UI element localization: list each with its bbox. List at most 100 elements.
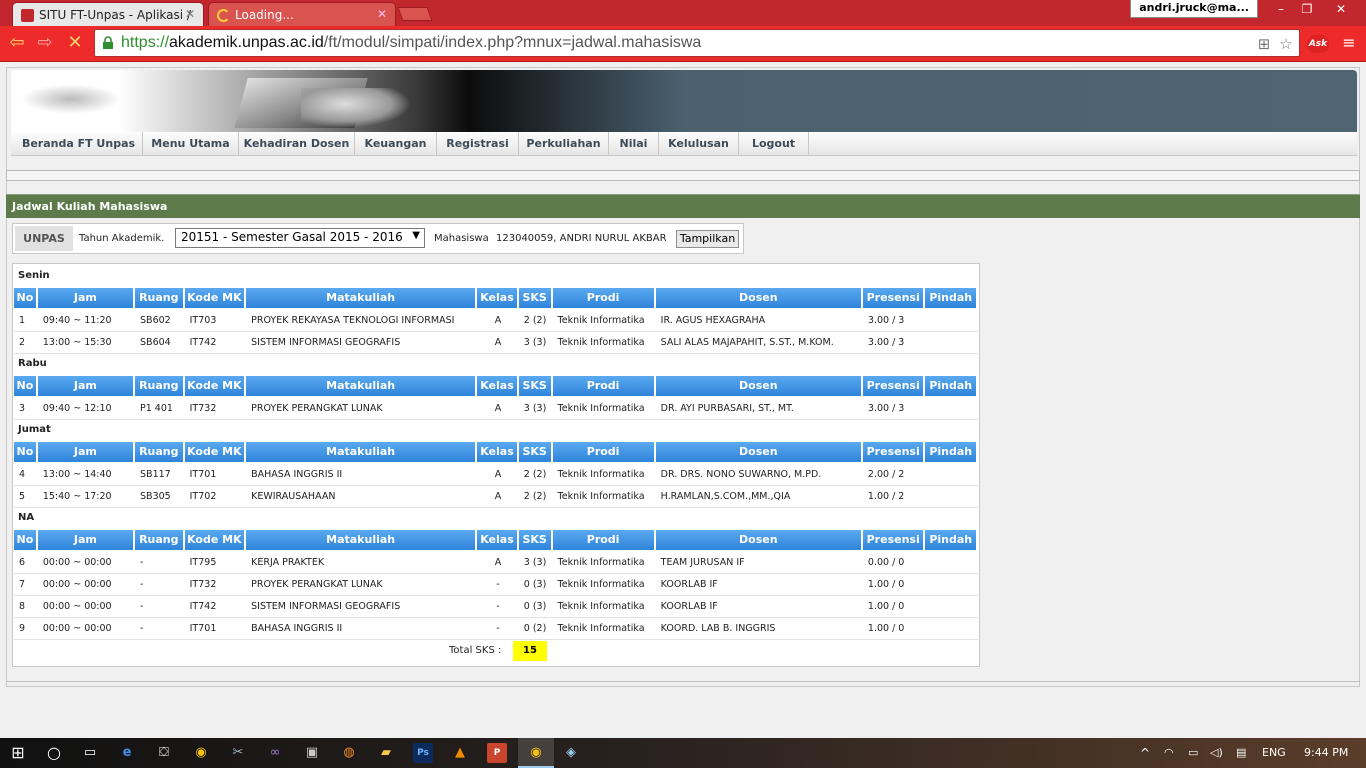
student-label: Mahasiswa	[434, 233, 489, 244]
table-cell: P1 401	[140, 403, 173, 414]
minimize-icon[interactable]: –	[1268, 0, 1294, 18]
table-cell: Teknik Informatika	[557, 579, 645, 590]
tab-title: Loading...	[235, 8, 294, 22]
profile-badge[interactable]: andri.jruck@ma...	[1130, 0, 1258, 18]
tab-active[interactable]: SITU FT-Unpas - Aplikasi / ✕	[12, 2, 204, 26]
language-indicator[interactable]: ENG	[1262, 746, 1286, 759]
table-cell	[925, 332, 978, 354]
store-icon[interactable]: ⛋	[154, 743, 174, 763]
column-header: Prodi	[552, 376, 656, 396]
column-header: Kode MK	[184, 530, 247, 550]
show-button[interactable]: Tampilkan	[676, 230, 739, 248]
restore-icon[interactable]: ❐	[1294, 0, 1320, 18]
table-header: No Jam Ruang Kode MK Matakuliah Kelas SKS Prodi…	[14, 442, 978, 462]
column-header: No	[14, 442, 38, 462]
close-tab-icon[interactable]: ✕	[377, 7, 387, 21]
menu-logout[interactable]: Logout	[739, 132, 809, 156]
menu-registrasi[interactable]: Registrasi	[437, 132, 519, 156]
table-cell: DR. DRS. NONO SUWARNO, M.PD.	[660, 469, 822, 480]
chrome-menu-icon[interactable]: ≡	[1340, 34, 1358, 52]
vlc-icon[interactable]: ▲	[450, 743, 470, 763]
table-cell: -	[140, 579, 144, 590]
clock[interactable]: 9:44 PM	[1304, 746, 1348, 759]
column-header: Kode MK	[184, 376, 247, 396]
table-cell: Teknik Informatika	[557, 601, 645, 612]
table-cell	[925, 464, 978, 486]
main-menu: Beranda FT Unpas Menu Utama Kehadiran Do…	[11, 132, 1357, 156]
chrome-icon[interactable]: ◉	[191, 743, 211, 763]
table-header: No Jam Ruang Kode MK Matakuliah Kelas SKS Prodi…	[14, 288, 978, 308]
year-label: Tahun Akademik.	[79, 233, 165, 244]
menu-kehadiran-dosen[interactable]: Kehadiran Dosen	[239, 132, 355, 156]
tab-loading[interactable]: Loading... ✕	[208, 2, 396, 26]
day-label: Jumat	[18, 424, 51, 435]
firefox-icon[interactable]: ◍	[339, 743, 359, 763]
back-arrow-icon[interactable]: ⇦	[6, 32, 28, 54]
close-window-icon[interactable]: ✕	[1318, 0, 1364, 18]
menu-nilai[interactable]: Nilai	[609, 132, 659, 156]
table-cell: A	[494, 403, 502, 414]
edge-icon[interactable]: e	[117, 743, 137, 763]
table-cell	[925, 552, 978, 574]
total-sks-value: 15	[513, 641, 547, 661]
menu-keuangan[interactable]: Keuangan	[355, 132, 437, 156]
close-tab-icon[interactable]: ✕	[185, 7, 195, 21]
volume-icon[interactable]: ◁)	[1210, 746, 1223, 759]
table-cell: 0 (2)	[523, 623, 547, 634]
chrome-active-icon[interactable]: ◉	[526, 743, 546, 763]
bookmark-star-icon[interactable]: ☆	[1277, 35, 1295, 53]
visual-studio-icon[interactable]: ∞	[265, 743, 285, 763]
table-cell: -	[496, 601, 500, 612]
table-cell: KEWIRAUSAHAAN	[251, 491, 336, 502]
table-cell: Teknik Informatika	[557, 403, 645, 414]
table-row: 9 00:00 ~ 00:00 - IT701 BAHASA INGGRIS II - 0 …	[14, 618, 978, 640]
stop-loading-icon[interactable]: ✕	[64, 32, 86, 54]
table-cell: A	[494, 469, 502, 480]
column-header: Prodi	[552, 530, 656, 550]
menu-beranda[interactable]: Beranda FT Unpas	[15, 132, 143, 156]
cortana-icon[interactable]: ○	[44, 743, 64, 763]
tray-chevron-icon[interactable]: ^	[1140, 746, 1150, 760]
powerpoint-icon[interactable]: P	[487, 743, 507, 763]
column-header: Kode MK	[184, 288, 247, 308]
table-cell: A	[494, 337, 502, 348]
table-cell: 3	[19, 403, 26, 414]
column-header: Pindah	[925, 530, 978, 550]
menu-perkuliahan[interactable]: Perkuliahan	[519, 132, 609, 156]
notifications-icon[interactable]: ▤	[1236, 746, 1246, 759]
url-text: https://akademik.unpas.ac.id/ft/modul/si…	[121, 34, 702, 51]
academic-year-select[interactable]: 20151 - Semester Gasal 2015 - 2016 ▼	[175, 228, 425, 248]
windows-start-icon[interactable]: ⊞	[8, 743, 28, 763]
photoshop-icon[interactable]: Ps	[413, 743, 433, 763]
ask-toolbar-icon[interactable]: Ask	[1307, 35, 1329, 53]
table-cell: 1.00 / 0	[867, 601, 905, 612]
task-view-icon[interactable]: ▭	[80, 743, 100, 763]
table-cell: A	[494, 491, 502, 502]
app-window-icon[interactable]: ▣	[302, 743, 322, 763]
power-icon[interactable]: ▭	[1188, 746, 1198, 759]
table-cell: IT795	[189, 557, 217, 568]
file-explorer-icon[interactable]: ▰	[376, 743, 396, 763]
banner-hands-image	[301, 88, 411, 128]
menu-kelulusan[interactable]: Kelulusan	[659, 132, 739, 156]
filter-bar: UNPAS Tahun Akademik. 20151 - Semester G…	[12, 223, 744, 254]
translate-icon[interactable]: ⊞	[1255, 35, 1273, 53]
new-tab-button[interactable]	[397, 7, 433, 21]
column-header: No	[14, 288, 38, 308]
table-cell: 13:00 ~ 15:30	[42, 337, 112, 348]
column-header: Dosen	[655, 376, 863, 396]
table-row: 1 09:40 ~ 11:20 SB602 IT703 PROYEK REKAYASA …	[14, 310, 978, 332]
table-cell: 00:00 ~ 00:00	[42, 601, 112, 612]
table-cell: 00:00 ~ 00:00	[42, 557, 112, 568]
table-cell: SB602	[140, 315, 171, 326]
table-cell: A	[494, 315, 502, 326]
wifi-icon[interactable]: ◠	[1164, 746, 1174, 759]
table-cell: 2 (2)	[523, 315, 547, 326]
tool-icon[interactable]: ✂	[228, 743, 248, 763]
menu-utama[interactable]: Menu Utama	[143, 132, 239, 156]
column-header: SKS	[518, 288, 553, 308]
loading-spinner-icon	[217, 9, 230, 22]
address-bar[interactable]: https://akademik.unpas.ac.id/ft/modul/si…	[94, 29, 1300, 57]
app-icon[interactable]: ◈	[561, 743, 581, 763]
forward-arrow-icon[interactable]: ⇨	[34, 32, 56, 54]
